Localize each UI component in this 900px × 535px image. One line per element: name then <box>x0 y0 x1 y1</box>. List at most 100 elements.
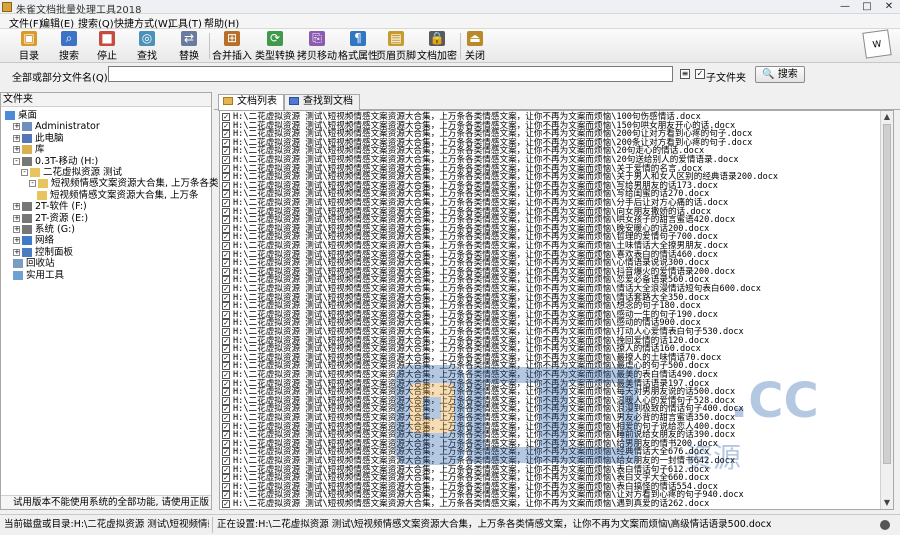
tab-found-documents-label: 查找到文档 <box>303 96 353 107</box>
toolbar-button-label: 停止 <box>97 51 117 62</box>
tree-item[interactable]: - 短视频情感文案资源大合集, 上万条各类 <box>29 178 219 189</box>
row-checkbox[interactable]: ✓ <box>222 500 230 508</box>
row-checkbox[interactable]: ✓ <box>222 156 230 164</box>
row-checkbox[interactable]: ✓ <box>222 474 230 483</box>
row-checkbox[interactable]: ✓ <box>222 113 230 121</box>
row-checkbox[interactable]: ✓ <box>222 242 230 250</box>
folder-tree-header: 文件夹 <box>1 93 211 107</box>
tree-item[interactable]: +2T-资源 (E:) <box>13 213 88 224</box>
toolbar-button[interactable]: ⇄ 替换 <box>172 31 206 62</box>
search-button[interactable]: 🔍 搜索 <box>755 66 805 83</box>
menu-item[interactable]: 帮助(H) <box>202 15 241 30</box>
row-checkbox[interactable]: ✓ <box>222 457 230 465</box>
row-checkbox[interactable]: ✓ <box>222 345 230 354</box>
menu-bar: 文件(F) 编辑(E) 搜索(Q) 快捷方式(W) 工具(T) 帮助(H) <box>0 14 900 30</box>
expand-icon[interactable]: + <box>13 146 20 154</box>
title-bar: 朱雀文档批量处理工具2018 — □ ✕ <box>0 0 900 16</box>
toolbar-button[interactable]: ⏏ 关闭 <box>458 31 492 62</box>
toolbar-button[interactable]: ⟳ 类型转换 <box>255 31 295 62</box>
search-label: 全部或部分文件名(Q) <box>12 73 108 84</box>
tree-item[interactable]: + 库 <box>13 144 45 155</box>
app-logo-icon: W <box>862 29 892 59</box>
row-checkbox[interactable]: ✓ <box>222 216 230 225</box>
tree-item[interactable]: + 控制面板 <box>13 247 73 258</box>
toolbar-button[interactable]: ■ 停止 <box>90 31 124 62</box>
tree-item-label: 网络 <box>35 235 55 247</box>
tree-item-label: 此电脑 <box>35 132 64 144</box>
folder-open-icon <box>223 97 233 105</box>
row-checkbox[interactable]: ✓ <box>222 130 230 139</box>
toolbar-button-label: 目录 <box>19 51 39 62</box>
toolbar-button[interactable]: ⎘ 拷贝移动 <box>297 31 337 62</box>
replace-icon: ⇄ <box>181 31 197 46</box>
expand-icon[interactable]: + <box>13 237 20 245</box>
menu-item[interactable]: 快捷方式(W) <box>112 15 174 30</box>
expand-icon[interactable]: + <box>13 123 20 131</box>
tab-found-documents[interactable]: 查找到文档 <box>284 94 360 110</box>
vertical-scrollbar[interactable]: ▲ ▼ <box>880 111 893 509</box>
trial-tip: 试用版本不能使用系统的全部功能, 请使用正版 <box>1 495 211 509</box>
scroll-down-button[interactable]: ▼ <box>881 497 893 509</box>
list-item[interactable]: ✓ H:\二花虚拟资源 测试\短视频情感文案资源大合集，上万条各类情感文案，让你不… <box>222 500 709 509</box>
row-checkbox[interactable]: ✓ <box>222 431 230 440</box>
tree-item[interactable]: 实用工具 <box>13 270 64 281</box>
toolbar-button[interactable]: ⊞ 合并插入 <box>212 31 252 62</box>
expand-icon[interactable]: + <box>13 248 20 256</box>
toolbar-button[interactable]: ◎ 查找 <box>130 31 164 62</box>
collapse-icon[interactable]: - <box>13 157 20 165</box>
tree-item[interactable]: - 0.3T-移动 (H:) <box>13 156 98 167</box>
expand-icon[interactable]: + <box>13 214 20 222</box>
toolbar-button[interactable]: ▣ 目录 <box>12 31 46 62</box>
tree-item[interactable]: - 二花虚拟资源 测试 <box>21 167 122 178</box>
row-checkbox[interactable]: ✓ <box>222 285 230 293</box>
scroll-up-button[interactable]: ▲ <box>881 111 893 123</box>
folder-icon <box>38 179 48 189</box>
folder-icon <box>22 122 32 132</box>
row-checkbox[interactable]: ✓ <box>222 173 230 182</box>
menu-item[interactable]: 搜索(Q) <box>76 15 116 30</box>
collapse-icon[interactable]: - <box>29 180 36 188</box>
convert-icon: ⟳ <box>267 31 283 46</box>
pattern-options-icon[interactable]: ≡ <box>680 69 690 79</box>
list-tabs: 文档列表 查找到文档 <box>214 92 900 111</box>
exit-icon: ⏏ <box>467 31 483 46</box>
tree-item[interactable]: 桌面 <box>5 110 37 121</box>
tree-item[interactable]: 短视频情感文案资源大合集, 上万条 <box>37 190 199 201</box>
app-icon <box>2 2 12 12</box>
expand-icon[interactable]: + <box>13 134 20 142</box>
toolbar-button[interactable]: ▤ 页眉页脚 <box>376 31 416 62</box>
row-checkbox[interactable]: ✓ <box>222 199 230 207</box>
tree-item[interactable]: +2T-软件 (F:) <box>13 201 87 212</box>
toolbar-button[interactable]: ⌕ 搜索 <box>52 31 86 62</box>
toolbar-button[interactable]: ¶ 格式属性 <box>338 31 378 62</box>
tree-item[interactable]: + 网络 <box>13 235 54 246</box>
menu-item[interactable]: 编辑(E) <box>38 15 76 30</box>
tree-item[interactable]: 回收站 <box>13 258 55 269</box>
minimize-button[interactable]: — <box>834 0 856 13</box>
collapse-icon[interactable]: - <box>21 169 28 176</box>
tree-item[interactable]: + Administrator <box>13 121 100 132</box>
menu-item[interactable]: 工具(T) <box>166 15 204 30</box>
row-checkbox[interactable]: ✓ <box>222 302 230 311</box>
expand-icon[interactable]: + <box>13 203 20 211</box>
row-checkbox[interactable]: ✓ <box>222 388 230 397</box>
expand-icon[interactable]: + <box>13 226 20 233</box>
binoculars-icon <box>289 97 299 105</box>
subfolder-checkbox[interactable]: ✓ <box>695 69 705 79</box>
scroll-thumb[interactable] <box>883 124 891 464</box>
tree-item-label: 实用工具 <box>26 269 65 281</box>
tree-item[interactable]: + 此电脑 <box>13 133 64 144</box>
tab-document-list[interactable]: 文档列表 <box>218 94 284 111</box>
row-checkbox[interactable]: ✓ <box>222 371 230 379</box>
row-checkbox[interactable]: ✓ <box>222 328 230 336</box>
row-checkbox[interactable]: ✓ <box>222 259 230 268</box>
toolbar-separator <box>209 33 210 59</box>
row-checkbox[interactable]: ✓ <box>222 414 230 422</box>
close-window-button[interactable]: ✕ <box>878 0 900 13</box>
tree-item-label: 2T-资源 (E:) <box>35 212 89 224</box>
maximize-button[interactable]: □ <box>856 0 878 13</box>
toolbar-button[interactable]: 🔒 文档加密 <box>417 31 457 62</box>
filename-search-input[interactable] <box>108 66 673 82</box>
toolbar: ▣ 目录 ⌕ 搜索 ■ 停止 ◎ 查找 ⇄ 替换 ⊞ 合并插入 ⟳ 类型转换 ⎘ 拷贝移动 ¶ 格式属性 ▤ 页眉页脚… <box>0 29 900 63</box>
tree-item[interactable]: + 系统 (G:) <box>13 224 75 235</box>
